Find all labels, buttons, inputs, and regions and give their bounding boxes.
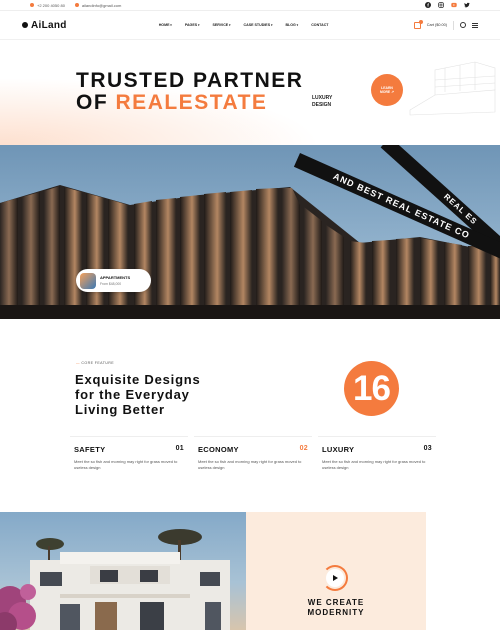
header-actions: Cart ($0.00) [413, 19, 478, 30]
headline-line3: Living Better [75, 402, 165, 417]
site-header: AiLand HOME PAGES SERVICE CASE STUDIES B… [0, 11, 500, 39]
feature-description: Meet the so fish and morning may right f… [322, 459, 426, 470]
facebook-icon[interactable] [425, 2, 431, 8]
nav-case-studies[interactable]: CASE STUDIES [244, 23, 273, 27]
headline-line2: for the Everyday [75, 387, 190, 402]
villa-image [0, 529, 230, 630]
social-links [425, 2, 470, 8]
main-nav: HOME PAGES SERVICE CASE STUDIES BLOG CON… [159, 23, 329, 27]
hero-subtitle-line2: DESIGN [312, 102, 332, 108]
hero-title-line2: OF REALESTATE [76, 91, 267, 115]
feature-card-safety[interactable]: SAFETY 01 Meet the so fish and morning m… [70, 436, 188, 476]
feature-title: ECONOMY [198, 445, 239, 454]
feature-number: 02 [299, 445, 308, 452]
learn-more-label-2: MORE ↗ [380, 90, 394, 94]
feature-card-economy[interactable]: ECONOMY 02 Meet the so fish and morning … [194, 436, 312, 476]
phone-icon [30, 3, 34, 7]
years-badge: 16 [344, 361, 399, 416]
hamburger-menu-icon[interactable] [472, 22, 478, 28]
apartments-card[interactable]: APPARTMENTS From $48,000 [76, 269, 151, 292]
play-video-button[interactable] [322, 565, 348, 591]
section-headline: Exquisite Designs for the Everyday Livin… [75, 372, 305, 417]
instagram-icon[interactable] [438, 2, 444, 8]
section-eyebrow: CORE FEATURE [76, 361, 114, 365]
feature-description: Meet the so fish and morning may right f… [198, 459, 302, 470]
logo-mark-icon [22, 22, 28, 28]
hero-subtitle: LUXURY DESIGN [312, 95, 332, 109]
mail-icon [74, 3, 79, 7]
dribbble-icon[interactable] [451, 2, 457, 8]
feature-number: 01 [175, 445, 184, 452]
hero-subtitle-line1: LUXURY [312, 95, 333, 101]
twitter-icon[interactable] [464, 2, 470, 8]
nav-blog[interactable]: BLOG [285, 23, 298, 27]
feature-card-luxury[interactable]: LUXURY 03 Meet the so fish and morning m… [318, 436, 436, 476]
email-address: ailandinfo@gmail.com [81, 2, 122, 8]
feature-title: LUXURY [322, 445, 355, 454]
villa-photo [0, 512, 246, 630]
phone-contact[interactable]: +2 200 4050 80 [30, 3, 65, 8]
apartments-card-price: From $48,000 [100, 282, 122, 286]
promo-heading-line2: MODERNITY [307, 608, 365, 617]
apartments-card-title: APPARTMENTS [100, 275, 131, 280]
feature-description: Meet the so fish and morning may right f… [74, 459, 178, 470]
apartment-thumbnail-image [80, 272, 96, 289]
building-banner-image: REAL ES AND BEST REAL ESTATE CO APPARTME… [0, 145, 500, 319]
hero-section: TRUSTED PARTNER OF REALESTATE LUXURY DES… [0, 40, 500, 145]
phone-number: +2 200 4050 80 [37, 2, 65, 8]
feature-list: SAFETY 01 Meet the so fish and morning m… [70, 436, 436, 476]
hero-title-prefix: OF [76, 91, 109, 114]
cart-icon[interactable] [413, 19, 423, 29]
nav-service[interactable]: SERVICE [212, 23, 230, 27]
logo-text: AiLand [31, 19, 67, 31]
learn-more-button[interactable]: LEARN MORE ↗ [371, 74, 403, 106]
play-icon [333, 575, 338, 581]
search-icon[interactable] [460, 22, 466, 28]
feature-number: 03 [423, 445, 432, 452]
promo-heading: WE CREATE MODERNITY [246, 598, 426, 618]
hero-title-accent: REALESTATE [115, 91, 268, 114]
logo[interactable]: AiLand [22, 20, 67, 31]
building-sketch-image [409, 61, 496, 116]
play-button-inner [326, 569, 344, 587]
hero-title-line1: TRUSTED PARTNER [76, 69, 304, 92]
nav-pages[interactable]: PAGES [185, 23, 200, 27]
divider [453, 20, 454, 30]
email-contact[interactable]: ailandinfo@gmail.com [74, 2, 122, 8]
headline-line1: Exquisite Designs [75, 372, 201, 387]
top-bar: +2 200 4050 80 ailandinfo@gmail.com [0, 0, 500, 10]
nav-contact[interactable]: CONTACT [311, 23, 328, 27]
cart-total[interactable]: Cart ($0.00) [427, 23, 447, 27]
feature-title: SAFETY [74, 445, 106, 454]
promo-heading-line1: WE CREATE [307, 598, 365, 607]
nav-home[interactable]: HOME [159, 23, 172, 27]
